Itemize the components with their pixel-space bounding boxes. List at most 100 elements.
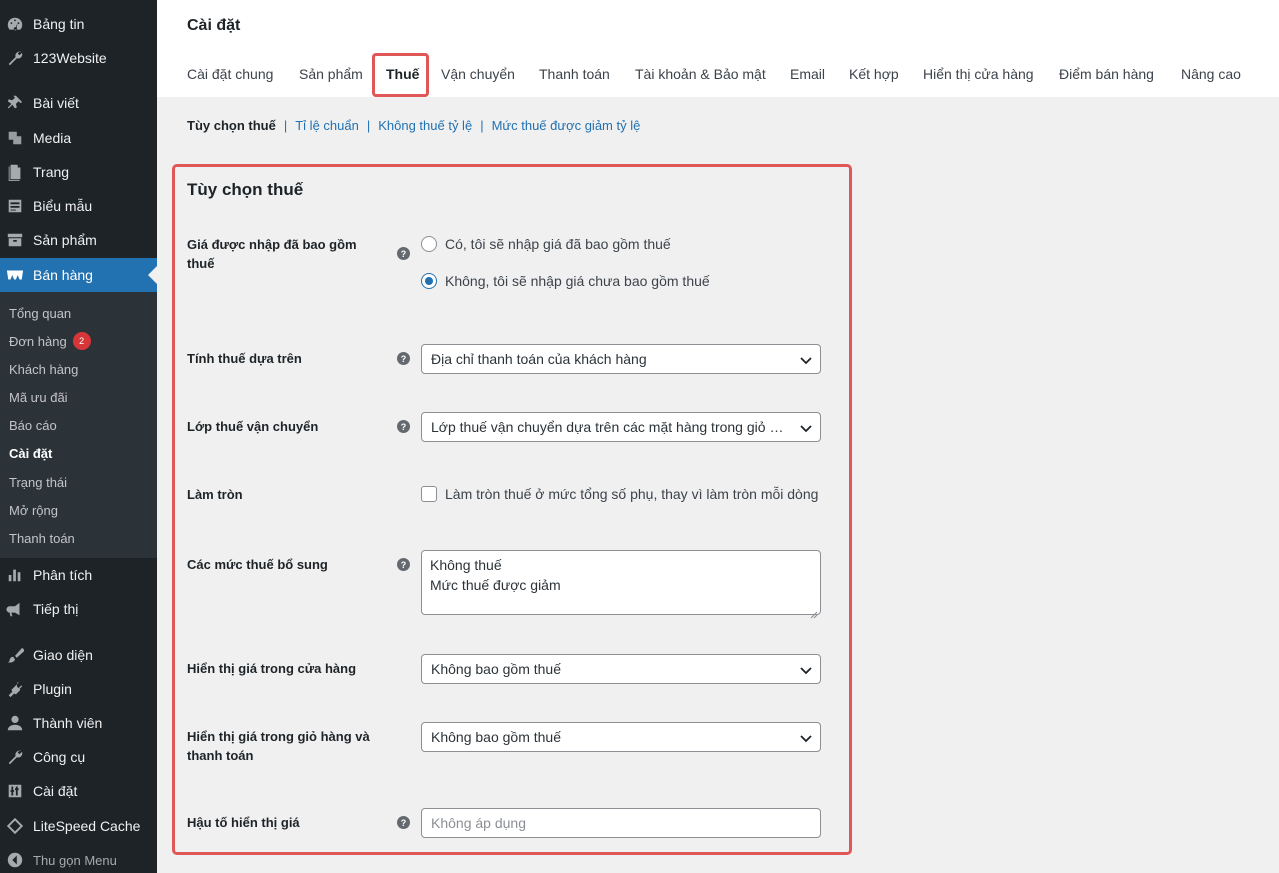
prices-include-tax-yes[interactable]: Có, tôi sẽ nhập giá đã bao gồm thuế <box>421 236 671 252</box>
tab-payments[interactable]: Thanh toán <box>539 66 610 82</box>
menu-item-sales[interactable]: Bán hàng <box>0 258 157 292</box>
menu-item-users[interactable]: Thành viên <box>0 706 157 740</box>
menu-label: Plugin <box>33 681 72 697</box>
resize-handle-icon[interactable] <box>810 604 818 619</box>
checkbox-label: Làm tròn thuế ở mức tổng số phụ, thay vì… <box>445 486 819 502</box>
help-icon[interactable]: ? <box>397 247 410 260</box>
orders-count-badge: 2 <box>72 332 91 350</box>
menu-item-forms[interactable]: Biểu mẫu <box>0 189 157 223</box>
radio-button-checked[interactable] <box>421 273 437 289</box>
menu-label: Bảng tin <box>33 16 85 32</box>
menu-item-posts[interactable]: Bài viết <box>0 86 157 120</box>
display-prices-shop-label: Hiển thị giá trong cửa hàng <box>187 661 357 676</box>
rounding-checkbox-row[interactable]: Làm tròn thuế ở mức tổng số phụ, thay vì… <box>421 486 818 502</box>
menu-item-analytics[interactable]: Phân tích <box>0 558 157 592</box>
media-icon <box>5 128 25 148</box>
menu-item-plugins[interactable]: Plugin <box>0 672 157 706</box>
display-prices-cart-select[interactable]: Không bao gồm thuế <box>421 722 821 752</box>
select-value: Địa chỉ thanh toán của khách hàng <box>431 351 647 367</box>
price-suffix-label: Hậu tố hiển thị giá <box>187 815 300 830</box>
help-icon[interactable]: ? <box>397 558 410 571</box>
menu-item-marketing[interactable]: Tiếp thị <box>0 592 157 626</box>
page-icon <box>5 162 25 182</box>
tab-products[interactable]: Sản phẩm <box>299 66 363 82</box>
subsection-tax-options: Tùy chọn thuế <box>187 118 276 133</box>
rounding-checkbox[interactable] <box>421 486 437 502</box>
submenu-item-status[interactable]: Trạng thái <box>9 471 67 493</box>
subsection-standard-rates[interactable]: Tỉ lệ chuẩn <box>295 118 359 133</box>
submenu-item-overview[interactable]: Tổng quan <box>9 302 71 324</box>
help-icon[interactable]: ? <box>397 816 410 829</box>
page-title: Cài đặt <box>187 17 241 34</box>
tools-icon <box>5 747 25 767</box>
submenu-label: Trạng thái <box>9 474 68 490</box>
collapse-icon <box>5 850 25 870</box>
menu-item-123website[interactable]: 123Website <box>0 41 157 75</box>
menu-item-media[interactable]: Media <box>0 121 157 155</box>
select-value: Không bao gồm thuế <box>431 729 561 745</box>
tax-based-on-label: Tính thuế dựa trên <box>187 351 302 366</box>
menu-label: Media <box>33 130 72 146</box>
menu-label: Bài viết <box>33 95 79 111</box>
menu-label: Sản phẩm <box>33 232 97 248</box>
submenu-item-extensions[interactable]: Mở rộng <box>9 499 58 521</box>
submenu-item-payments[interactable]: Thanh toán <box>9 527 75 549</box>
additional-tax-classes-textarea[interactable]: Không thuế Mức thuế được giảm <box>421 550 821 619</box>
tab-general[interactable]: Cài đặt chung <box>187 66 273 82</box>
help-icon[interactable]: ? <box>397 420 410 433</box>
tab-accounts-privacy[interactable]: Tài khoản & Bảo mật <box>635 66 766 82</box>
tab-integration[interactable]: Kết hợp <box>849 66 899 82</box>
menu-item-appearance[interactable]: Giao diện <box>0 638 157 672</box>
dashboard-icon <box>5 14 25 34</box>
tab-shipping[interactable]: Vận chuyển <box>441 66 515 82</box>
chart-icon <box>5 565 25 585</box>
menu-item-tools[interactable]: Công cụ <box>0 740 157 774</box>
submenu-label: Khách hàng <box>9 361 79 377</box>
tab-site-visibility[interactable]: Hiển thị cửa hàng <box>923 66 1034 82</box>
menu-label: Tiếp thị <box>33 601 79 617</box>
tax-based-on-select[interactable]: Địa chỉ thanh toán của khách hàng <box>421 344 821 374</box>
menu-item-dashboard[interactable]: Bảng tin <box>0 7 157 41</box>
subsection-separator: | <box>480 118 484 133</box>
menu-item-products[interactable]: Sản phẩm <box>0 223 157 257</box>
chevron-down-icon <box>799 663 813 677</box>
tax-subsections: Tùy chọn thuế | Tỉ lệ chuẩn | Không thuế… <box>187 118 640 133</box>
submenu-item-settings[interactable]: Cài đặt <box>9 442 52 464</box>
menu-label: 123Website <box>33 50 107 66</box>
collapse-menu-button[interactable]: Thu gọn Menu <box>0 843 157 873</box>
shipping-tax-class-select[interactable]: Lớp thuế vận chuyển dựa trên các mặt hàn… <box>421 412 821 442</box>
radio-button[interactable] <box>421 236 437 252</box>
menu-label: Phân tích <box>33 567 93 583</box>
subsection-reduced-rate[interactable]: Mức thuế được giảm tỷ lệ <box>492 118 641 133</box>
price-suffix-input[interactable]: Không áp dụng <box>421 808 821 838</box>
textarea-line: Mức thuế được giảm <box>430 577 561 593</box>
plugin-icon <box>5 679 25 699</box>
menu-item-pages[interactable]: Trang <box>0 155 157 189</box>
tab-advanced[interactable]: Nâng cao <box>1181 66 1241 82</box>
pin-icon <box>5 93 25 113</box>
submenu-item-reports[interactable]: Báo cáo <box>9 414 57 436</box>
tab-tax-highlight <box>372 53 429 97</box>
submenu-label: Mã ưu đãi <box>9 389 68 405</box>
menu-item-settings[interactable]: Cài đặt <box>0 774 157 808</box>
subsection-separator: | <box>366 118 371 133</box>
litespeed-icon <box>5 816 25 836</box>
menu-item-litespeed[interactable]: LiteSpeed Cache <box>0 809 157 843</box>
select-value: Lớp thuế vận chuyển dựa trên các mặt hàn… <box>431 419 790 435</box>
tab-point-of-sale[interactable]: Điểm bán hàng <box>1059 66 1154 82</box>
prices-include-tax-no[interactable]: Không, tôi sẽ nhập giá chưa bao gồm thuế <box>421 273 710 289</box>
radio-label: Không, tôi sẽ nhập giá chưa bao gồm thuế <box>445 273 710 289</box>
tab-email[interactable]: Email <box>790 66 825 82</box>
help-icon[interactable]: ? <box>397 352 410 365</box>
section-title: Tùy chọn thuế <box>187 180 304 199</box>
display-prices-shop-select[interactable]: Không bao gồm thuế <box>421 654 821 684</box>
submenu-label: Đơn hàng <box>9 333 67 349</box>
submenu-item-orders[interactable]: Đơn hàng 2 <box>9 330 91 352</box>
input-placeholder: Không áp dụng <box>431 815 526 831</box>
sales-submenu: Tổng quan Đơn hàng 2 Khách hàng Mã ưu đãi… <box>0 292 157 558</box>
submenu-label: Thanh toán <box>9 530 75 546</box>
settings-header: Cài đặt Cài đặt chung Sản phẩm Thuế Vận … <box>157 0 1279 97</box>
submenu-item-coupons[interactable]: Mã ưu đãi <box>9 386 68 408</box>
subsection-zero-rate[interactable]: Không thuế tỷ lệ <box>378 118 472 133</box>
submenu-item-customers[interactable]: Khách hàng <box>9 358 78 380</box>
